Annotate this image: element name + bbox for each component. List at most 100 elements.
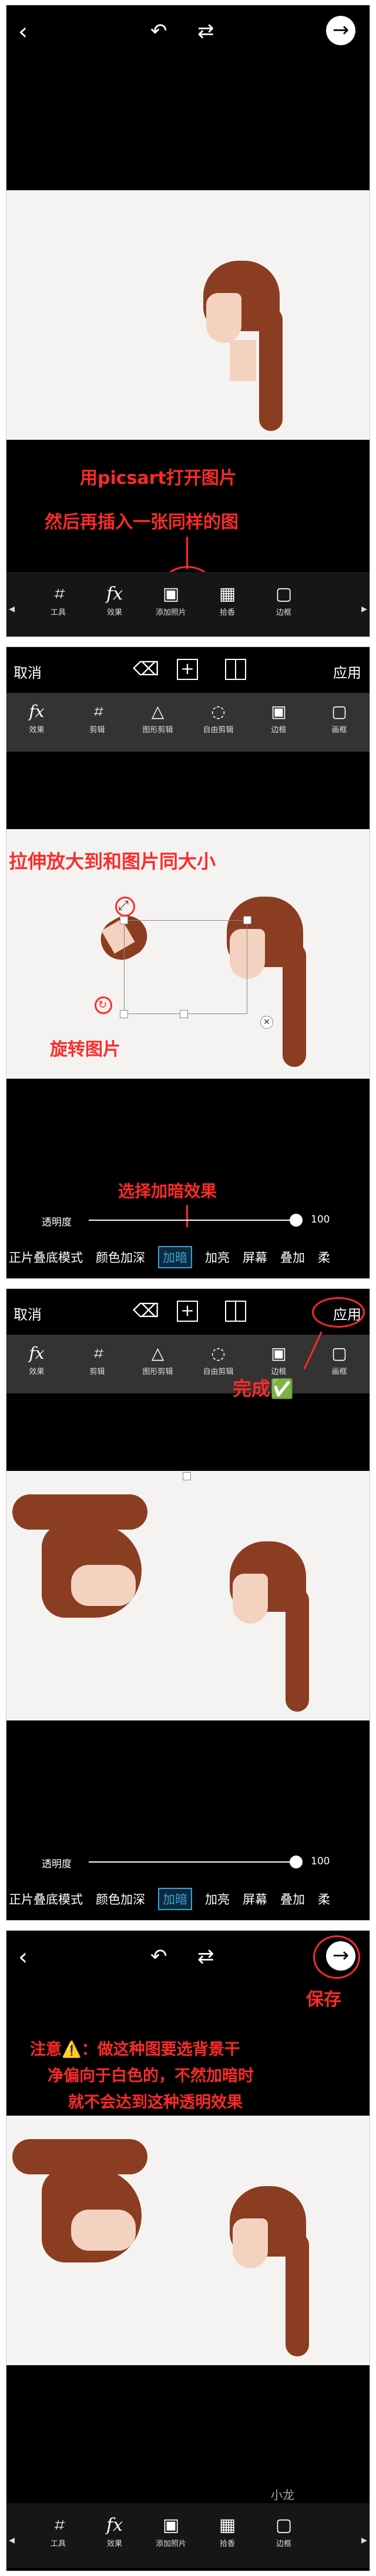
tool-canvas[interactable]: ▢ 画框 — [309, 1342, 370, 1393]
selection-box[interactable] — [124, 920, 247, 1014]
tool-label: 图形剪辑 — [142, 1368, 173, 1376]
tool-crop[interactable]: ⌗ 剪辑 — [67, 700, 127, 752]
tool-tools[interactable]: ⌗ 工具 — [30, 2514, 86, 2548]
cancel-button[interactable]: 取消 — [14, 1303, 42, 1324]
redo-icon[interactable]: ⇄ — [197, 1945, 214, 1968]
tool-label: 图形剪辑 — [142, 726, 173, 735]
blend-darken[interactable]: 加暗 — [158, 1888, 192, 1910]
caption-select-darken: 选择加暗效果 — [118, 1181, 217, 1201]
blend-lighten[interactable]: 加亮 — [205, 1890, 230, 1908]
bottom-toolbar: ◂ ⌗ 工具 fx 效果 ▣ 添加照片 ▦ 拾香 ▢ 边框 ▸ — [6, 572, 370, 637]
eraser-icon[interactable]: ⌫ — [133, 658, 159, 680]
tool-label: 效果 — [29, 1368, 45, 1376]
next-button[interactable]: → — [326, 16, 355, 45]
blend-mode-list: 正片叠底模式 颜色加深 加暗 加亮 屏幕 叠加 柔 — [6, 1882, 370, 1916]
opacity-slider-track[interactable] — [89, 1220, 294, 1221]
resize-handle[interactable] — [180, 1010, 188, 1018]
fx-icon: fx — [106, 584, 123, 604]
tool-shape-crop[interactable]: △ 图形剪辑 — [127, 1342, 188, 1393]
scroll-right-icon[interactable]: ▸ — [361, 601, 367, 615]
caption-stretch: 拉伸放大到和图片同大小 — [9, 850, 216, 873]
resize-handle[interactable] — [243, 916, 251, 924]
canvas-icon: ▢ — [331, 1343, 347, 1363]
tool-label: 画框 — [331, 1368, 347, 1376]
compare-icon[interactable] — [225, 659, 246, 680]
tool-canvas[interactable]: ▢ 画框 — [309, 700, 370, 752]
tool-tools[interactable]: ⌗ 工具 — [30, 582, 86, 617]
photo-canvas — [6, 2116, 370, 2365]
cancel-button[interactable]: 取消 — [14, 661, 42, 682]
blend-color-burn[interactable]: 颜色加深 — [96, 1248, 145, 1266]
blend-darken[interactable]: 加暗 — [158, 1246, 192, 1268]
back-arrow-icon[interactable]: ‹ — [18, 1944, 28, 1971]
blend-screen[interactable]: 屏幕 — [243, 1248, 267, 1266]
resize-handle[interactable] — [183, 1472, 191, 1480]
tool-border[interactable]: ▢ 边框 — [256, 582, 312, 617]
opacity-value: 100 — [311, 1214, 330, 1225]
crop-icon: ⌗ — [92, 1343, 102, 1363]
blend-overlay[interactable]: 叠加 — [280, 1890, 305, 1908]
scroll-left-icon[interactable]: ◂ — [9, 601, 15, 615]
photo-canvas — [6, 190, 370, 440]
opacity-slider-knob[interactable] — [290, 1856, 303, 1868]
shape-crop-icon: △ — [151, 1343, 164, 1363]
blend-color-burn[interactable]: 颜色加深 — [96, 1890, 145, 1908]
tool-free-crop[interactable]: ◌ 自由剪辑 — [188, 700, 249, 752]
tool-label: 工具 — [50, 608, 66, 617]
stretch-icon[interactable]: ⤢ — [118, 898, 129, 913]
tool-border[interactable]: ▣ 边框 — [249, 700, 309, 752]
back-arrow-icon[interactable]: ‹ — [18, 18, 28, 45]
resize-handle[interactable] — [120, 916, 128, 924]
border-icon: ▣ — [271, 1343, 287, 1363]
tool-label: 边框 — [276, 608, 291, 617]
resize-handle[interactable] — [120, 1010, 128, 1018]
redo-icon[interactable]: ⇄ — [197, 19, 214, 43]
apply-button[interactable]: 应用 — [333, 661, 361, 682]
tool-label: 效果 — [29, 726, 45, 735]
blend-multiply[interactable]: 正片叠底模式 — [9, 1248, 83, 1266]
opacity-label: 透明度 — [42, 1217, 72, 1228]
blend-lighten[interactable]: 加亮 — [205, 1248, 230, 1266]
opacity-slider-track[interactable] — [89, 1861, 294, 1863]
blend-screen[interactable]: 屏幕 — [243, 1890, 267, 1908]
opacity-slider-row: 透明度 100 — [6, 1844, 370, 1879]
tool-effects[interactable]: fx 效果 — [86, 582, 143, 617]
tool-frame[interactable]: ▦ 拾香 — [199, 582, 256, 617]
tool-label: 效果 — [106, 2540, 122, 2548]
blend-soft[interactable]: 柔 — [318, 1248, 330, 1266]
border-icon: ▢ — [275, 2515, 293, 2535]
scroll-right-icon[interactable]: ▸ — [361, 2533, 367, 2547]
rotate-icon[interactable]: ↻ — [98, 999, 107, 1011]
blend-soft[interactable]: 柔 — [318, 1890, 330, 1908]
tool-add-photo[interactable]: ▣ 添加照片 — [143, 582, 199, 617]
scroll-left-icon[interactable]: ◂ — [9, 2533, 15, 2547]
tool-shape-crop[interactable]: △ 图形剪辑 — [127, 700, 188, 752]
tool-effects[interactable]: fx 效果 — [6, 1342, 67, 1393]
add-layer-icon[interactable]: + — [177, 1301, 198, 1322]
shape-crop-icon: △ — [151, 702, 164, 721]
free-crop-icon: ◌ — [211, 1343, 226, 1363]
undo-icon[interactable]: ↶ — [150, 1945, 167, 1968]
undo-icon[interactable]: ↶ — [150, 19, 167, 43]
tool-label: 自由剪辑 — [203, 726, 234, 735]
opacity-slider-knob[interactable] — [290, 1214, 303, 1227]
tool-frame[interactable]: ▦ 拾香 — [199, 2514, 256, 2548]
red-circle-highlight — [312, 1297, 365, 1328]
caption-done: 完成✅ — [233, 1378, 294, 1400]
frame-icon: ▦ — [219, 2515, 236, 2535]
tool-effects[interactable]: fx 效果 — [86, 2514, 143, 2548]
add-photo-icon: ▣ — [162, 584, 180, 604]
blend-overlay[interactable]: 叠加 — [280, 1248, 305, 1266]
eraser-icon[interactable]: ⌫ — [133, 1299, 159, 1322]
tool-add-photo[interactable]: ▣ 添加照片 — [143, 2514, 199, 2548]
tool-crop[interactable]: ⌗ 剪辑 — [67, 1342, 127, 1393]
tool-label: 添加照片 — [155, 608, 186, 617]
screenshot-panel-4: ‹ ↶ ⇄ → 保存 注意⚠️：做这种图要选背景干 净偏向于白色的，不然加暗时 … — [6, 1930, 370, 2571]
close-layer-icon[interactable]: ✕ — [260, 1016, 273, 1029]
caption-open-picsart: 用picsart打开图片 — [80, 468, 237, 489]
blend-multiply[interactable]: 正片叠底模式 — [9, 1890, 83, 1908]
compare-icon[interactable] — [225, 1301, 246, 1322]
add-layer-icon[interactable]: + — [177, 659, 198, 680]
tool-effects[interactable]: fx 效果 — [6, 700, 67, 752]
tool-border[interactable]: ▢ 边框 — [256, 2514, 312, 2548]
